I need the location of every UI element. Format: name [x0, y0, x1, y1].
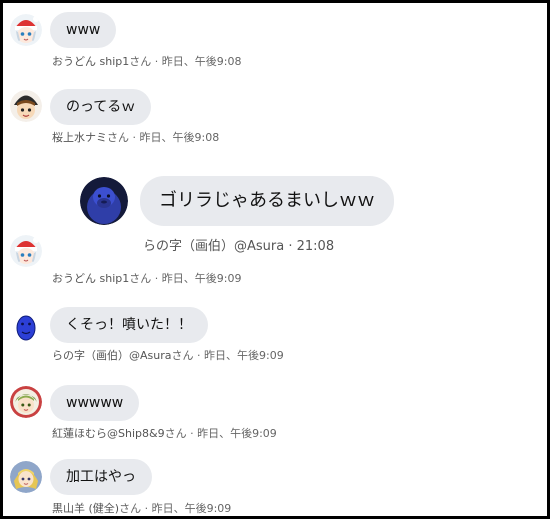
sender-name[interactable]: らの字（画伯）@Asura — [52, 349, 172, 362]
honorific: さん — [119, 502, 142, 515]
chat-message: www おうどん ship1さん · 昨日、午後9:08 — [3, 3, 543, 73]
honorific: さん — [129, 272, 152, 285]
santa-hat-character-avatar[interactable] — [10, 235, 42, 267]
timestamp: · 昨日、午後9:09 — [151, 272, 242, 285]
blue-face-avatar[interactable] — [10, 311, 42, 343]
timestamp: · 昨日、午後9:08 — [129, 131, 220, 144]
message-bubble: のってるｗ — [50, 89, 152, 125]
timestamp: · 昨日、午後9:09 — [141, 502, 232, 515]
message-meta: おうどん ship1さん · 昨日、午後9:08 — [52, 53, 241, 69]
timestamp: · 昨日、午後9:09 — [186, 427, 277, 440]
message-bubble: 加工はやっ — [50, 459, 152, 495]
helmet-character-avatar[interactable] — [10, 90, 42, 122]
message-bubble: wwwww — [50, 385, 140, 421]
sender-name[interactable]: おうどん ship1 — [52, 55, 129, 68]
honorific: さん — [107, 131, 129, 144]
gorilla-avatar[interactable] — [80, 177, 128, 225]
message-meta: 黒山羊 (健全)さん · 昨日、午後9:09 — [52, 500, 231, 516]
sender-name[interactable]: おうどん ship1 — [52, 272, 129, 285]
message-meta: 紅蓮ほむら@Ship8&9さん · 昨日、午後9:09 — [52, 425, 277, 441]
message-bubble: www — [50, 12, 117, 48]
chat-message: くそっ！噴いた！！ らの字（画伯）@Asuraさん · 昨日、午後9:09 — [3, 301, 543, 371]
message-meta: らの字（画伯）@Asuraさん · 昨日、午後9:09 — [52, 347, 284, 363]
timestamp: · 昨日、午後9:08 — [151, 55, 242, 68]
sender-name[interactable]: 桜上水ナミ — [52, 131, 107, 144]
chat-message: のってるｗ 桜上水ナミさん · 昨日、午後9:08 — [3, 83, 543, 153]
chat-message: おうどん ship1さん · 昨日、午後9:09 — [3, 228, 543, 288]
honorific: さん — [164, 427, 187, 440]
chat-message: 加工はやっ 黒山羊 (健全)さん · 昨日、午後9:09 — [3, 455, 543, 516]
honorific: さん — [129, 55, 152, 68]
chat-message: wwwww 紅蓮ほむら@Ship8&9さん · 昨日、午後9:09 — [3, 379, 543, 449]
message-meta: おうどん ship1さん · 昨日、午後9:09 — [52, 270, 241, 286]
message-bubble: くそっ！噴いた！！ — [50, 307, 208, 343]
message-meta: 桜上水ナミさん · 昨日、午後9:08 — [52, 129, 219, 145]
blonde-character-avatar[interactable] — [10, 461, 42, 493]
sender-name[interactable]: 黒山羊 (健全) — [52, 502, 119, 515]
embedded-message-bubble: ゴリラじゃあるまいしｗｗ — [140, 176, 394, 226]
sender-name[interactable]: 紅蓮ほむら@Ship8&9 — [52, 427, 165, 440]
santa-hat-character-avatar[interactable] — [10, 14, 42, 46]
green-hair-character-avatar[interactable] — [10, 386, 42, 418]
honorific: さん — [171, 349, 194, 362]
timestamp: · 昨日、午後9:09 — [193, 349, 284, 362]
chat-window: www おうどん ship1さん · 昨日、午後9:08 のってるｗ 桜上水ナミ… — [0, 0, 550, 519]
